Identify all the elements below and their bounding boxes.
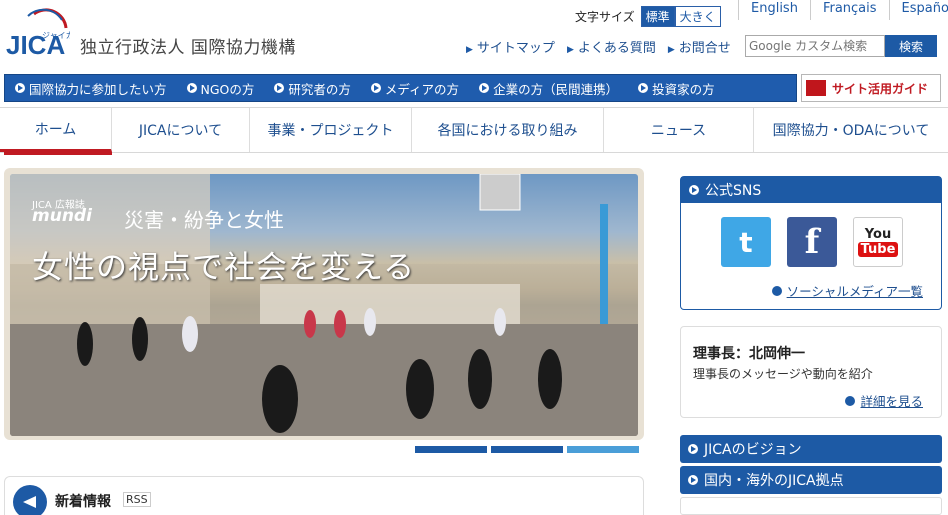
arrow-circle-icon bbox=[479, 83, 490, 93]
offices-link[interactable]: 国内・海外のJICA拠点 bbox=[680, 466, 942, 494]
book-icon bbox=[806, 80, 826, 96]
audience-nav: 国際協力に参加したい方 NGOの方 研究者の方 メディアの方 企業の方（民間連携… bbox=[4, 74, 797, 102]
arrow-icon: ▶ bbox=[466, 45, 473, 55]
sns-panel: 公式SNS t f You Tube ソーシャルメディア一覧 bbox=[680, 176, 942, 310]
audience-item-participate[interactable]: 国際協力に参加したい方 bbox=[15, 79, 167, 98]
site-guide-label: サイト活用ガイド bbox=[832, 81, 929, 96]
lang-french-link[interactable]: Français bbox=[809, 0, 889, 20]
social-media-list-link[interactable]: ソーシャルメディア一覧 bbox=[771, 281, 923, 300]
sns-header: 公式SNS bbox=[681, 177, 941, 203]
hero-headline: 女性の視点で社会を変える bbox=[32, 250, 416, 286]
facebook-icon[interactable]: f bbox=[787, 217, 837, 267]
carousel-indicators bbox=[415, 446, 643, 453]
news-panel: 新着情報 RSS bbox=[4, 476, 644, 515]
arrow-circle-icon bbox=[689, 185, 699, 195]
hero-carousel[interactable]: JICA 広報誌 mundi 災害・紛争と女性 女性の視点で社会を変える bbox=[4, 168, 644, 440]
audience-item-investor[interactable]: 投資家の方 bbox=[638, 79, 715, 98]
search-button[interactable]: 検索 bbox=[885, 35, 937, 57]
carousel-dot-2[interactable] bbox=[491, 446, 563, 453]
language-links: English Français Español bbox=[738, 0, 948, 20]
font-large-button[interactable]: 大きく bbox=[674, 6, 721, 27]
tab-projects[interactable]: 事業・プロジェクト bbox=[250, 108, 412, 152]
president-more-link[interactable]: 詳細を見る bbox=[845, 391, 923, 410]
faq-link[interactable]: ▶ よくある質問 bbox=[567, 37, 656, 56]
arrow-circle-icon bbox=[638, 83, 649, 93]
arrow-icon: ▶ bbox=[667, 45, 675, 55]
rss-link[interactable]: RSS bbox=[123, 492, 151, 507]
font-standard-button[interactable]: 標準 bbox=[640, 6, 675, 27]
president-panel: 理事長：北岡伸一 理事長のメッセージや動向を紹介 詳細を見る bbox=[680, 326, 942, 418]
mundi-logo: mundi bbox=[32, 206, 92, 226]
tab-oda[interactable]: 国際協力・ODAについて bbox=[754, 108, 948, 152]
arrow-circle-icon bbox=[274, 83, 285, 93]
arrow-circle-icon bbox=[15, 83, 25, 93]
vision-link[interactable]: JICAのビジョン bbox=[680, 435, 942, 463]
site-header: JICA ジャイカ 独立行政法人 国際協力機構 文字サイズ 標準 大きく Eng… bbox=[0, 0, 948, 70]
arrow-circle-icon bbox=[771, 285, 782, 296]
audience-item-business[interactable]: 企業の方（民間連携） bbox=[479, 79, 618, 98]
lang-spanish-link[interactable]: Español bbox=[888, 0, 948, 20]
arrow-icon: ▶ bbox=[566, 45, 574, 55]
org-name: 独立行政法人 国際協力機構 bbox=[80, 38, 296, 58]
lang-english-link[interactable]: English bbox=[738, 0, 810, 20]
hero-image[interactable]: JICA 広報誌 mundi 災害・紛争と女性 女性の視点で社会を変える bbox=[10, 174, 638, 436]
contact-link[interactable]: ▶ お問合せ bbox=[668, 37, 731, 56]
hero-theme: 災害・紛争と女性 bbox=[124, 208, 284, 232]
site-guide-button[interactable]: サイト活用ガイド bbox=[801, 74, 941, 102]
arrow-circle-icon bbox=[688, 444, 698, 454]
tab-countries[interactable]: 各国における取り組み bbox=[412, 108, 604, 152]
font-size-label: 文字サイズ bbox=[575, 10, 635, 24]
sitemap-link[interactable]: ▶ サイトマップ bbox=[466, 37, 555, 56]
megaphone-icon bbox=[13, 485, 47, 515]
youtube-icon[interactable]: You Tube bbox=[853, 217, 903, 267]
arrow-circle-icon bbox=[186, 83, 197, 93]
audience-item-researcher[interactable]: 研究者の方 bbox=[274, 79, 351, 98]
utility-links: ▶ サイトマップ ▶ よくある質問 ▶ お問合せ bbox=[466, 37, 743, 56]
font-size-switcher: 文字サイズ 標準 大きく bbox=[575, 6, 721, 27]
arrow-circle-icon bbox=[845, 395, 856, 406]
arrow-circle-icon bbox=[370, 83, 381, 93]
tab-home[interactable]: ホーム bbox=[0, 108, 112, 152]
active-tab-indicator bbox=[4, 152, 112, 155]
search-form: 検索 bbox=[745, 35, 937, 57]
arrow-circle-icon bbox=[688, 475, 698, 485]
tab-news[interactable]: ニュース bbox=[604, 108, 754, 152]
president-name: 理事長：北岡伸一 bbox=[693, 346, 805, 362]
jica-logo[interactable]: JICA ジャイカ bbox=[4, 8, 74, 60]
news-title: 新着情報 bbox=[55, 494, 111, 510]
global-nav: ホーム JICAについて 事業・プロジェクト 各国における取り組み ニュース 国… bbox=[0, 107, 948, 153]
audience-item-media[interactable]: メディアの方 bbox=[370, 79, 459, 98]
audience-item-ngo[interactable]: NGOの方 bbox=[186, 79, 254, 98]
next-panel bbox=[680, 497, 942, 515]
tab-about[interactable]: JICAについて bbox=[112, 108, 250, 152]
svg-text:ジャイカ: ジャイカ bbox=[42, 31, 70, 40]
president-desc: 理事長のメッセージや動向を紹介 bbox=[693, 367, 873, 381]
carousel-dot-3[interactable] bbox=[567, 446, 639, 453]
hero-photo bbox=[10, 174, 638, 436]
search-input[interactable] bbox=[745, 35, 885, 57]
carousel-dot-1[interactable] bbox=[415, 446, 487, 453]
twitter-icon[interactable]: t bbox=[721, 217, 771, 267]
